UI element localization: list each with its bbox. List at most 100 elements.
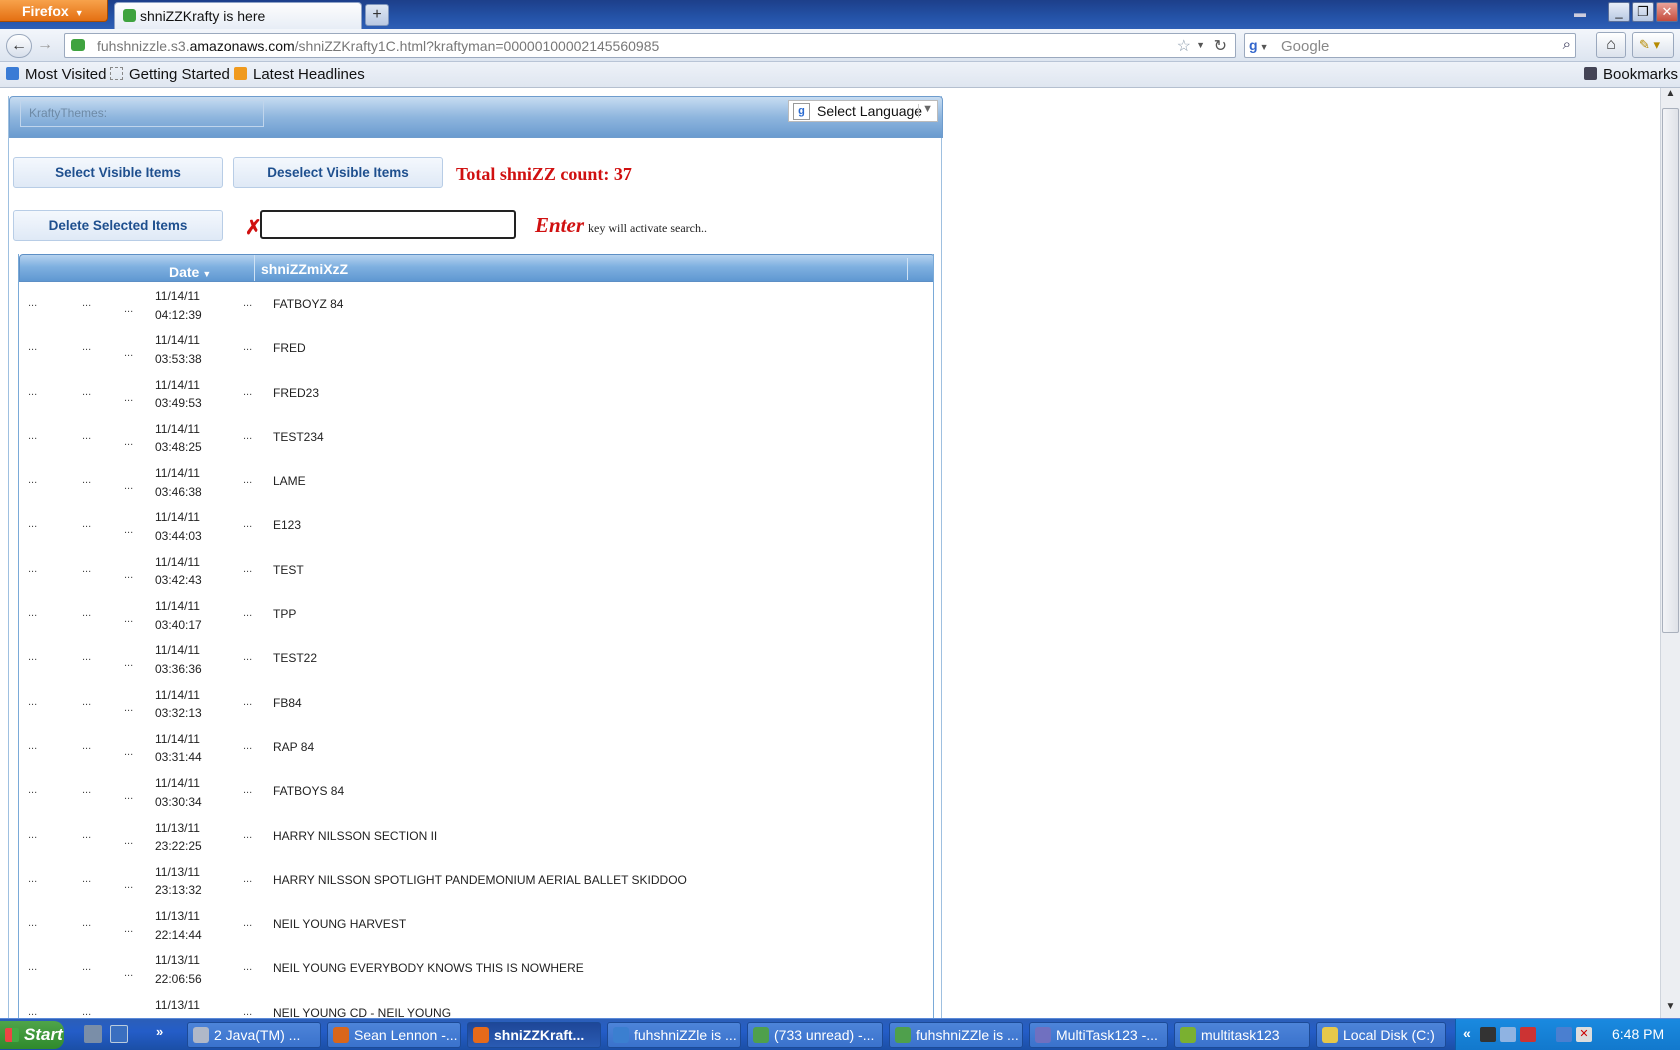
scrollbar-thumb[interactable]: [1662, 108, 1679, 633]
taskbar-item-multitask123-folder[interactable]: multitask123: [1174, 1022, 1310, 1048]
table-row[interactable]: ......... 11/13/11... NEIL YOUNG CD - NEIL…: [19, 991, 933, 1018]
row-cell-ellipsis: ...: [124, 303, 134, 315]
new-tab-button[interactable]: +: [365, 4, 389, 26]
row-cell-ellipsis: ...: [82, 385, 92, 398]
quick-launch-expand-icon[interactable]: »: [156, 1024, 174, 1042]
bookmark-star-icon[interactable]: ☆: [1177, 36, 1191, 56]
row-name: TEST: [273, 562, 304, 577]
column-divider: [907, 258, 908, 280]
table-row[interactable]: ......... 11/13/11 22:14:44... NEIL YOUNG H…: [19, 902, 933, 946]
enter-key-label: Enter: [535, 213, 585, 237]
row-cell-ellipsis: ...: [243, 872, 253, 885]
taskbar-item-label: Sean Lennon -...: [354, 1027, 458, 1043]
table-row[interactable]: ......... 11/14/11 04:12:39... FATBOYZ 84: [19, 282, 933, 326]
bookmark-most-visited[interactable]: Most Visited: [6, 66, 106, 83]
row-date-time: 03:31:44: [155, 750, 202, 765]
taskbar-item-multitask123[interactable]: MultiTask123 -...: [1029, 1022, 1168, 1048]
bookmarks-menu[interactable]: Bookmarks: [1584, 66, 1678, 83]
chevron-down-icon: ▼: [74, 8, 84, 18]
row-name: FATBOYZ 84: [273, 297, 344, 311]
table-row[interactable]: ......... 11/14/11 03:42:43... TEST: [19, 548, 933, 592]
table-row[interactable]: ......... 11/14/11 03:32:13... FB84: [19, 681, 933, 725]
table-row[interactable]: ......... 11/14/11 03:53:38... FRED: [19, 326, 933, 370]
network-icon[interactable]: [1556, 1027, 1572, 1042]
table-row[interactable]: ......... 11/14/11 03:44:03... E123: [19, 503, 933, 547]
table-row[interactable]: ......... 11/14/11 03:30:34... FATBOYS 84: [19, 769, 933, 813]
bookmark-folder-icon: [6, 67, 19, 80]
reload-icon[interactable]: ↻: [1214, 36, 1227, 56]
search-engine-icon[interactable]: g ▼: [1249, 37, 1268, 53]
forward-button[interactable]: →: [34, 34, 56, 58]
minimize-button[interactable]: _: [1608, 2, 1630, 22]
close-button[interactable]: ✕: [1656, 2, 1678, 22]
taskbar-item-shnizzkrafty[interactable]: shniZZKraft...: [467, 1022, 601, 1048]
select-visible-button[interactable]: Select Visible Items: [13, 157, 223, 188]
bookmark-getting-started[interactable]: Getting Started: [110, 66, 230, 83]
address-bar[interactable]: fuhshnizzle.s3.amazonaws.com/shniZZKraft…: [64, 33, 1236, 58]
search-input[interactable]: [260, 210, 516, 239]
vertical-scrollbar[interactable]: ▲ ▼: [1660, 88, 1680, 1018]
search-icon[interactable]: ⌕: [1563, 36, 1571, 53]
back-button[interactable]: ←: [6, 34, 32, 58]
row-cell-ellipsis: ...: [28, 562, 38, 575]
taskbar-item-fuhshnizzle-ie[interactable]: fuhshniZZle is ...: [607, 1022, 741, 1048]
table-row[interactable]: ......... 11/13/11 23:22:25... HARRY NILSSO…: [19, 814, 933, 858]
row-date-day: 11/14/11: [155, 554, 200, 569]
delete-selected-button[interactable]: Delete Selected Items: [13, 210, 223, 241]
window-titlebar: Firefox ▼ shniZZKrafty is here + ▬ _ ❐ ✕: [0, 0, 1680, 29]
bookmarks-toolbar: Most Visited Getting Started Latest Head…: [0, 62, 1680, 88]
taskbar-item-chrome-unread[interactable]: (733 unread) -...: [747, 1022, 883, 1048]
maximize-button[interactable]: ❐: [1632, 2, 1654, 22]
scroll-up-icon[interactable]: ▲: [1661, 88, 1680, 105]
row-name: LAME: [273, 474, 306, 489]
taskbar-item-fuhshnizzle-chrome[interactable]: fuhshniZZle is ...: [889, 1022, 1023, 1048]
search-bar[interactable]: g ▼ Google ⌕: [1244, 33, 1576, 58]
column-header-name[interactable]: shniZZmiXzZ: [261, 261, 348, 277]
row-cell-ellipsis: ...: [243, 429, 253, 442]
row-date-time: 03:30:34: [155, 794, 202, 809]
taskbar-item-java[interactable]: 2 Java(TM) ...: [187, 1022, 321, 1048]
site-identity-icon[interactable]: [71, 39, 85, 51]
row-cell-ellipsis: ...: [243, 297, 253, 309]
volume-muted-icon[interactable]: ✕: [1576, 1027, 1592, 1042]
bookmark-latest-headlines[interactable]: Latest Headlines: [234, 66, 365, 83]
row-name: HARRY NILSSON SECTION II: [273, 828, 438, 843]
themes-selector[interactable]: KraftyThemes:: [20, 100, 264, 127]
taskbar-item-label: shniZZKraft...: [494, 1027, 585, 1043]
show-desktop-icon[interactable]: [110, 1025, 128, 1043]
addon-button[interactable]: ✎ ▾: [1632, 32, 1674, 58]
start-button[interactable]: Start: [0, 1021, 64, 1049]
table-row[interactable]: ......... 11/14/11 03:48:25... TEST234: [19, 415, 933, 459]
table-row[interactable]: ......... 11/14/11 03:46:38... LAME: [19, 459, 933, 503]
deselect-visible-button[interactable]: Deselect Visible Items: [233, 157, 443, 188]
row-name: TPP: [273, 607, 297, 622]
table-row[interactable]: ......... 11/13/11 22:06:56... NEIL YOUNG E…: [19, 946, 933, 990]
camera-icon[interactable]: [1480, 1027, 1496, 1042]
clock[interactable]: 6:48 PM: [1612, 1026, 1664, 1042]
table-row[interactable]: ......... 11/14/11 03:49:53... FRED23: [19, 371, 933, 415]
row-date-day: 11/14/11: [155, 643, 200, 658]
table-row[interactable]: ......... 11/14/11 03:40:17... TPP: [19, 592, 933, 636]
row-date: 11/13/11: [155, 996, 200, 1015]
tab-list-icon[interactable]: ▬: [1574, 6, 1586, 20]
table-row[interactable]: ......... 11/13/11 23:13:32... HARRY NILSSO…: [19, 858, 933, 902]
home-button[interactable]: ⌂: [1596, 32, 1626, 58]
language-select[interactable]: g Select Language ▼: [788, 100, 938, 122]
row-date-day: 11/13/11: [155, 864, 200, 879]
security-icon[interactable]: [1520, 1027, 1536, 1042]
row-cell-ellipsis: ...: [82, 429, 92, 442]
firefox-menu-button[interactable]: Firefox ▼: [0, 0, 108, 22]
table-row[interactable]: ......... 11/14/11 03:36:36... TEST22: [19, 636, 933, 680]
scroll-down-icon[interactable]: ▼: [1661, 1001, 1680, 1018]
history-dropdown-icon[interactable]: ▼: [1196, 40, 1205, 50]
app-icon: [1322, 1027, 1338, 1043]
tray-app-icon[interactable]: [1500, 1027, 1516, 1042]
column-header-date[interactable]: Date ▼: [169, 264, 211, 280]
taskbar-item-sean-lennon[interactable]: Sean Lennon -...: [327, 1022, 461, 1048]
tab-current[interactable]: shniZZKrafty is here: [114, 2, 362, 29]
quick-launch-explorer-icon[interactable]: [84, 1025, 102, 1043]
tray-expand-icon[interactable]: «: [1463, 1025, 1471, 1041]
row-cell-ellipsis: ...: [28, 518, 38, 531]
taskbar-item-local-disk[interactable]: Local Disk (C:): [1316, 1022, 1446, 1048]
table-row[interactable]: ......... 11/14/11 03:31:44... RAP 84: [19, 725, 933, 769]
